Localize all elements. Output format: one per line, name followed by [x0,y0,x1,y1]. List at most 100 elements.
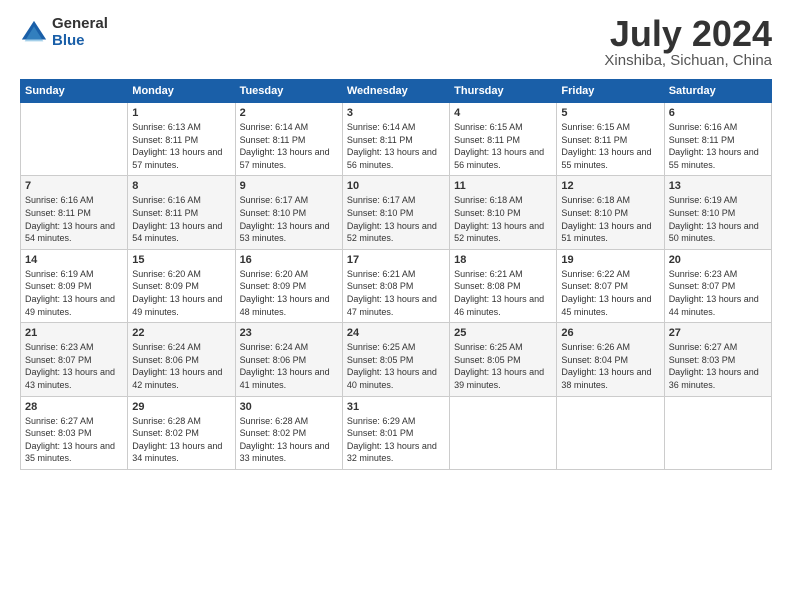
day-number: 21 [25,327,123,339]
calendar-cell: 10 Sunrise: 6:17 AMSunset: 8:10 PMDaylig… [342,176,449,249]
day-info: Sunrise: 6:28 AMSunset: 8:02 PMDaylight:… [132,416,222,464]
day-number: 15 [132,254,230,266]
calendar-cell: 20 Sunrise: 6:23 AMSunset: 8:07 PMDaylig… [664,249,771,322]
calendar-cell: 30 Sunrise: 6:28 AMSunset: 8:02 PMDaylig… [235,396,342,469]
calendar-cell: 14 Sunrise: 6:19 AMSunset: 8:09 PMDaylig… [21,249,128,322]
month-year-title: July 2024 [604,16,772,52]
calendar-cell: 27 Sunrise: 6:27 AMSunset: 8:03 PMDaylig… [664,323,771,396]
day-number: 17 [347,254,445,266]
day-number: 3 [347,107,445,119]
day-number: 10 [347,180,445,192]
col-monday: Monday [128,80,235,103]
logo-icon [20,19,48,47]
day-number: 31 [347,401,445,413]
day-info: Sunrise: 6:14 AMSunset: 8:11 PMDaylight:… [240,122,330,170]
day-info: Sunrise: 6:14 AMSunset: 8:11 PMDaylight:… [347,122,437,170]
day-number: 18 [454,254,552,266]
calendar-cell: 19 Sunrise: 6:22 AMSunset: 8:07 PMDaylig… [557,249,664,322]
calendar-cell [450,396,557,469]
calendar-cell: 23 Sunrise: 6:24 AMSunset: 8:06 PMDaylig… [235,323,342,396]
day-info: Sunrise: 6:24 AMSunset: 8:06 PMDaylight:… [240,342,330,390]
day-info: Sunrise: 6:21 AMSunset: 8:08 PMDaylight:… [347,269,437,317]
day-number: 11 [454,180,552,192]
calendar-cell: 2 Sunrise: 6:14 AMSunset: 8:11 PMDayligh… [235,103,342,176]
day-number: 28 [25,401,123,413]
day-number: 1 [132,107,230,119]
calendar-cell: 3 Sunrise: 6:14 AMSunset: 8:11 PMDayligh… [342,103,449,176]
day-info: Sunrise: 6:19 AMSunset: 8:09 PMDaylight:… [25,269,115,317]
day-number: 30 [240,401,338,413]
day-info: Sunrise: 6:27 AMSunset: 8:03 PMDaylight:… [669,342,759,390]
calendar-cell: 17 Sunrise: 6:21 AMSunset: 8:08 PMDaylig… [342,249,449,322]
calendar-cell: 24 Sunrise: 6:25 AMSunset: 8:05 PMDaylig… [342,323,449,396]
day-number: 24 [347,327,445,339]
col-saturday: Saturday [664,80,771,103]
day-info: Sunrise: 6:17 AMSunset: 8:10 PMDaylight:… [347,195,437,243]
day-number: 5 [561,107,659,119]
day-info: Sunrise: 6:16 AMSunset: 8:11 PMDaylight:… [25,195,115,243]
calendar-week-row: 1 Sunrise: 6:13 AMSunset: 8:11 PMDayligh… [21,103,772,176]
calendar-cell: 15 Sunrise: 6:20 AMSunset: 8:09 PMDaylig… [128,249,235,322]
day-info: Sunrise: 6:15 AMSunset: 8:11 PMDaylight:… [454,122,544,170]
calendar-cell: 8 Sunrise: 6:16 AMSunset: 8:11 PMDayligh… [128,176,235,249]
calendar-cell: 16 Sunrise: 6:20 AMSunset: 8:09 PMDaylig… [235,249,342,322]
day-number: 13 [669,180,767,192]
day-info: Sunrise: 6:18 AMSunset: 8:10 PMDaylight:… [561,195,651,243]
calendar-cell: 11 Sunrise: 6:18 AMSunset: 8:10 PMDaylig… [450,176,557,249]
day-number: 7 [25,180,123,192]
day-number: 29 [132,401,230,413]
calendar-cell [664,396,771,469]
day-number: 8 [132,180,230,192]
calendar-cell: 1 Sunrise: 6:13 AMSunset: 8:11 PMDayligh… [128,103,235,176]
day-info: Sunrise: 6:16 AMSunset: 8:11 PMDaylight:… [669,122,759,170]
logo-general-text: General [52,16,108,33]
day-number: 23 [240,327,338,339]
calendar-cell [21,103,128,176]
calendar-cell: 29 Sunrise: 6:28 AMSunset: 8:02 PMDaylig… [128,396,235,469]
day-info: Sunrise: 6:19 AMSunset: 8:10 PMDaylight:… [669,195,759,243]
calendar-cell [557,396,664,469]
calendar-cell: 4 Sunrise: 6:15 AMSunset: 8:11 PMDayligh… [450,103,557,176]
day-number: 9 [240,180,338,192]
calendar-week-row: 28 Sunrise: 6:27 AMSunset: 8:03 PMDaylig… [21,396,772,469]
day-info: Sunrise: 6:25 AMSunset: 8:05 PMDaylight:… [347,342,437,390]
calendar-week-row: 21 Sunrise: 6:23 AMSunset: 8:07 PMDaylig… [21,323,772,396]
day-number: 22 [132,327,230,339]
day-info: Sunrise: 6:29 AMSunset: 8:01 PMDaylight:… [347,416,437,464]
calendar-cell: 22 Sunrise: 6:24 AMSunset: 8:06 PMDaylig… [128,323,235,396]
header-area: General Blue July 2024 Xinshiba, Sichuan… [20,16,772,69]
day-info: Sunrise: 6:28 AMSunset: 8:02 PMDaylight:… [240,416,330,464]
calendar-cell: 6 Sunrise: 6:16 AMSunset: 8:11 PMDayligh… [664,103,771,176]
calendar-cell: 13 Sunrise: 6:19 AMSunset: 8:10 PMDaylig… [664,176,771,249]
page: General Blue July 2024 Xinshiba, Sichuan… [0,0,792,612]
logo-blue-text: Blue [52,33,108,50]
calendar-cell: 12 Sunrise: 6:18 AMSunset: 8:10 PMDaylig… [557,176,664,249]
day-number: 12 [561,180,659,192]
day-info: Sunrise: 6:27 AMSunset: 8:03 PMDaylight:… [25,416,115,464]
calendar-week-row: 14 Sunrise: 6:19 AMSunset: 8:09 PMDaylig… [21,249,772,322]
calendar-cell: 7 Sunrise: 6:16 AMSunset: 8:11 PMDayligh… [21,176,128,249]
day-number: 19 [561,254,659,266]
day-info: Sunrise: 6:25 AMSunset: 8:05 PMDaylight:… [454,342,544,390]
day-number: 25 [454,327,552,339]
day-info: Sunrise: 6:26 AMSunset: 8:04 PMDaylight:… [561,342,651,390]
day-number: 26 [561,327,659,339]
col-wednesday: Wednesday [342,80,449,103]
col-friday: Friday [557,80,664,103]
calendar-cell: 28 Sunrise: 6:27 AMSunset: 8:03 PMDaylig… [21,396,128,469]
calendar-cell: 9 Sunrise: 6:17 AMSunset: 8:10 PMDayligh… [235,176,342,249]
calendar-cell: 25 Sunrise: 6:25 AMSunset: 8:05 PMDaylig… [450,323,557,396]
logo: General Blue [20,16,108,49]
day-number: 6 [669,107,767,119]
calendar-week-row: 7 Sunrise: 6:16 AMSunset: 8:11 PMDayligh… [21,176,772,249]
location-title: Xinshiba, Sichuan, China [604,52,772,69]
calendar-cell: 26 Sunrise: 6:26 AMSunset: 8:04 PMDaylig… [557,323,664,396]
col-tuesday: Tuesday [235,80,342,103]
day-info: Sunrise: 6:20 AMSunset: 8:09 PMDaylight:… [240,269,330,317]
day-info: Sunrise: 6:16 AMSunset: 8:11 PMDaylight:… [132,195,222,243]
day-info: Sunrise: 6:18 AMSunset: 8:10 PMDaylight:… [454,195,544,243]
day-info: Sunrise: 6:15 AMSunset: 8:11 PMDaylight:… [561,122,651,170]
day-info: Sunrise: 6:22 AMSunset: 8:07 PMDaylight:… [561,269,651,317]
day-info: Sunrise: 6:13 AMSunset: 8:11 PMDaylight:… [132,122,222,170]
calendar-cell: 18 Sunrise: 6:21 AMSunset: 8:08 PMDaylig… [450,249,557,322]
